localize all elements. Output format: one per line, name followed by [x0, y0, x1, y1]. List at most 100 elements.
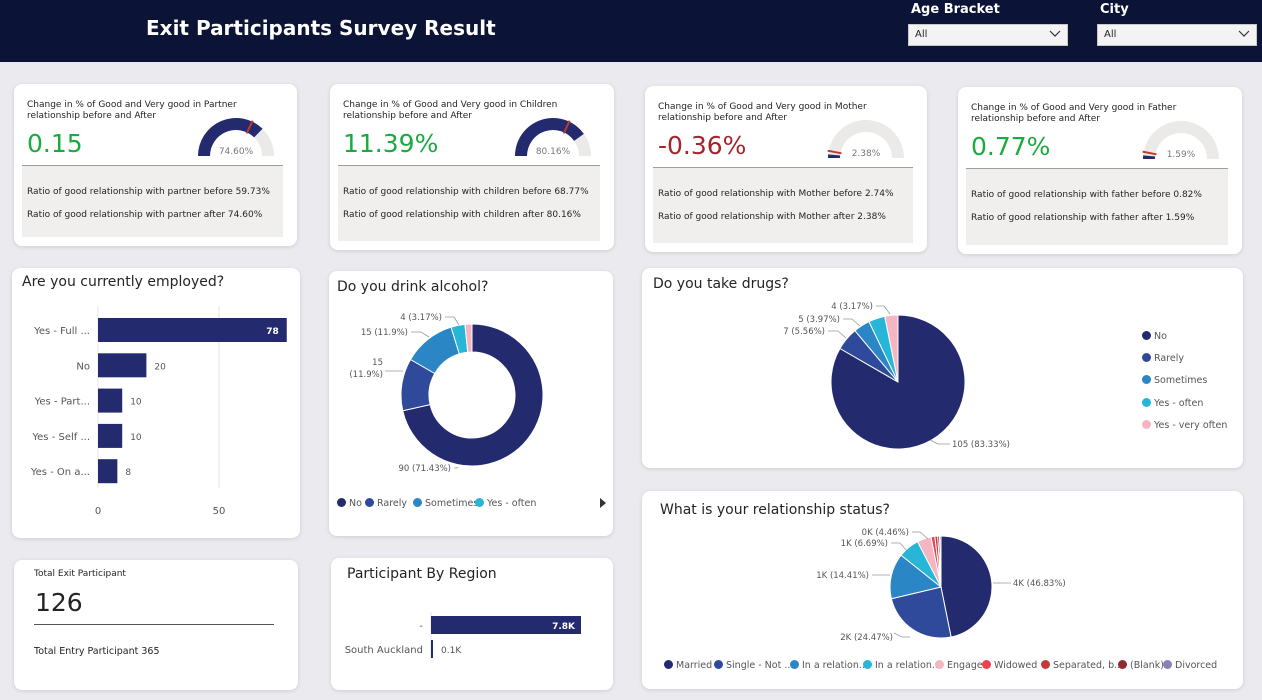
city-label: City [1100, 2, 1129, 17]
kpi-before-ratio: Ratio of good relationship with father b… [971, 190, 1202, 200]
drugs-pie-chart: 105 (83.33%) 7 (5.56%) 5 (3.97%) 4 (3.17%) [783, 302, 1010, 450]
kpi-after-ratio: Ratio of good relationship with father a… [971, 213, 1195, 223]
data-label: 20 [154, 362, 166, 372]
kpi-gauge: 2.38% [827, 120, 904, 159]
legend-marker [1142, 398, 1151, 407]
legend-label: In a relation... [802, 660, 868, 671]
page-title: Exit Participants Survey Result [146, 16, 496, 40]
kpi-detail-panel [338, 165, 600, 241]
legend-item[interactable]: Yes - very often [1142, 420, 1227, 431]
total-exit-value: 126 [35, 588, 83, 617]
legend-marker [790, 660, 799, 669]
legend-item[interactable]: In a relation... [790, 660, 868, 671]
legend-item[interactable]: (Blank) [1118, 660, 1164, 671]
totals-card: Total Exit Participant 126 Total Entry P… [14, 560, 298, 690]
data-label: 10 [130, 398, 142, 408]
legend-item[interactable]: Engaged [935, 660, 989, 671]
legend-item[interactable]: Widowed [982, 660, 1037, 671]
legend-label: Rarely [1154, 353, 1185, 364]
legend-item[interactable]: Rarely [1142, 353, 1184, 364]
kpi-card: Change in % of Good and Very good in Mot… [645, 86, 927, 252]
legend-item[interactable]: Married [664, 660, 712, 671]
data-label: 90 (71.43%) [398, 464, 451, 474]
bar[interactable] [98, 353, 147, 378]
legend-marker [1041, 660, 1050, 669]
data-label: 7.8K [552, 622, 576, 632]
data-label: 15 (11.9%) [361, 328, 408, 338]
kpi-before-ratio: Ratio of good relationship with Mother b… [658, 189, 894, 199]
data-label: 78 [266, 327, 279, 337]
legend-label: Divorced [1175, 660, 1218, 671]
kpi-gauge: 1.59% [1142, 121, 1219, 160]
legend-marker [337, 498, 346, 507]
legend-label: Yes - often [1154, 398, 1204, 409]
leader-line [828, 330, 847, 339]
age-bracket-dropdown[interactable]: All [908, 24, 1068, 46]
legend-item[interactable]: Rarely [365, 498, 407, 509]
legend-marker [1118, 660, 1127, 669]
data-label: 5 (3.97%) [798, 315, 840, 325]
gauge-value-label: 1.59% [1167, 150, 1196, 160]
legend-label: In a relation... [875, 660, 941, 671]
chevron-down-icon [1238, 30, 1250, 37]
legend-label: Separated, b... [1053, 660, 1124, 671]
kpi-card: Change in % of Good and Very good in Fat… [958, 87, 1242, 254]
kpi-after-ratio: Ratio of good relationship with partner … [27, 210, 263, 220]
kpi-value: -0.36% [658, 131, 747, 160]
legend-item[interactable]: Divorced [1163, 660, 1217, 671]
alcohol-donut-chart: 90 (71.43%) 15 (11.9%) 15 (11.9%) 4 (3.17%) [349, 313, 544, 474]
legend-item[interactable]: No [1142, 331, 1167, 342]
legend-marker [664, 660, 673, 669]
leader-line [891, 542, 908, 552]
legend-item[interactable]: Single - Not ... [714, 660, 793, 671]
leader-line [411, 331, 430, 338]
legend-item[interactable]: Separated, b... [1041, 660, 1123, 671]
data-label: 4 (3.17%) [400, 313, 442, 323]
legend-item[interactable]: Yes - often [475, 498, 536, 509]
legend-label: Sometimes [1154, 375, 1208, 386]
bar[interactable] [98, 388, 123, 413]
kpi-value: 0.77% [971, 132, 1051, 161]
data-label: 10 [130, 433, 142, 443]
chevron-down-icon [1049, 30, 1061, 37]
data-label: 4 (3.17%) [831, 302, 873, 312]
legend-marker [1142, 331, 1151, 340]
legend-next-arrow-icon[interactable] [599, 498, 607, 508]
bar[interactable] [98, 423, 123, 448]
city-dropdown[interactable]: All [1097, 24, 1257, 46]
total-entry-row: Total Entry Participant 365 [34, 646, 160, 657]
legend-marker [714, 660, 723, 669]
legend-item[interactable]: In a relation... [863, 660, 941, 671]
kpi-detail-panel [22, 165, 283, 237]
data-label: 0K (4.46%) [862, 528, 909, 538]
pie-slice[interactable] [940, 535, 993, 638]
gauge-value-label: 80.16% [536, 147, 571, 157]
legend-label: (Blank) [1130, 660, 1164, 671]
legend-item[interactable]: Yes - often [1142, 398, 1203, 409]
category-label: South Auckland [345, 645, 423, 656]
category-label: Yes - On a... [30, 467, 90, 478]
kpi-before-ratio: Ratio of good relationship with children… [343, 187, 589, 197]
total-exit-label: Total Exit Participant [34, 569, 126, 579]
legend-label: Yes - very often [1154, 420, 1228, 431]
bar[interactable] [98, 318, 287, 342]
employment-bar-chart: Yes - Full ... 78 No 20 Yes - Part... 10 Yes -… [30, 306, 287, 517]
legend-label: Married [676, 660, 713, 671]
legend-item[interactable]: Sometimes [413, 498, 478, 509]
legend-marker [475, 498, 484, 507]
bar[interactable] [98, 459, 118, 484]
city-value: All [1104, 29, 1117, 40]
leader-line [929, 439, 950, 445]
legend-label: Widowed [994, 660, 1038, 671]
kpi-after-ratio: Ratio of good relationship with children… [343, 210, 581, 220]
data-label: 1K (6.69%) [841, 539, 888, 549]
legend-label: Rarely [377, 498, 408, 509]
bar[interactable] [431, 640, 433, 658]
legend-label: No [1154, 331, 1167, 342]
data-label: 8 [125, 468, 131, 478]
legend-item[interactable]: No [337, 498, 362, 509]
kpi-detail-panel [653, 167, 913, 243]
legend-item[interactable]: Sometimes [1142, 375, 1207, 386]
region-bar-chart: - 7.8K South Auckland 0.1K [345, 612, 581, 658]
total-entry-value: 365 [141, 646, 160, 657]
